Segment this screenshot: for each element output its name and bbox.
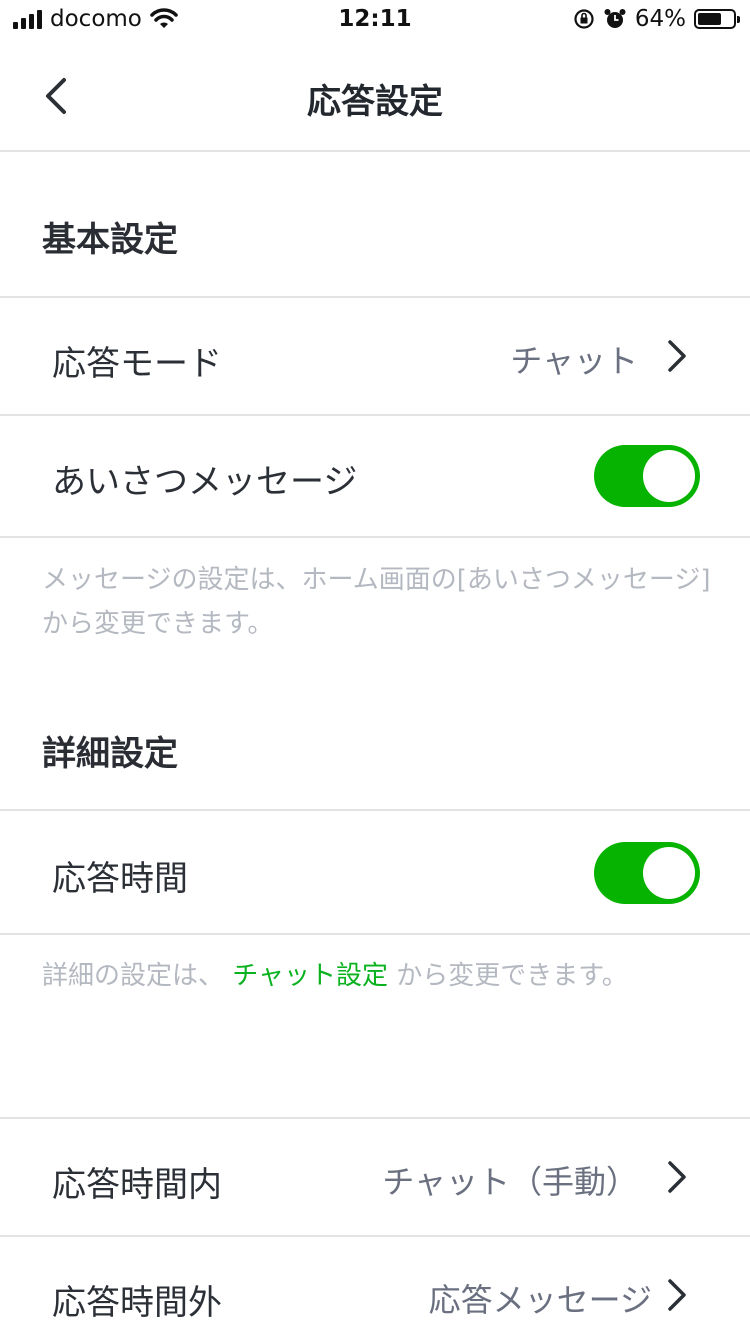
alarm-icon (604, 9, 626, 28)
within-hours-label: 応答時間内 (52, 1165, 222, 1205)
within-hours-row[interactable]: 応答時間内 チャット（手動） (0, 1119, 750, 1237)
greeting-message-toggle[interactable] (594, 445, 700, 507)
battery-percent: 64% (634, 6, 686, 32)
battery-icon (694, 9, 740, 29)
detail-note-suffix: から変更できます。 (396, 961, 628, 991)
outside-hours-label: 応答時間外 (52, 1283, 222, 1323)
response-time-row: 応答時間 (0, 811, 750, 935)
chevron-right-icon (668, 340, 686, 372)
chat-settings-link[interactable]: チャット設定 (232, 961, 388, 991)
detail-note: 詳細の設定は、 チャット設定 から変更できます。 (42, 954, 712, 998)
chevron-right-icon (668, 1161, 686, 1193)
section-header-detail: 詳細設定 (42, 734, 178, 774)
response-time-toggle[interactable] (594, 842, 700, 904)
status-right: 64% (573, 6, 740, 32)
toggle-knob (643, 847, 695, 899)
response-mode-value: チャット (510, 342, 638, 380)
response-mode-label: 応答モード (52, 344, 222, 384)
page-title: 応答設定 (307, 82, 443, 122)
toggle-knob (643, 450, 695, 502)
greeting-note: メッセージの設定は、ホーム画面の[あいさつメッセージ]から変更できます。 (42, 565, 711, 639)
within-hours-value: チャット（手動） (382, 1163, 638, 1201)
greeting-message-label: あいさつメッセージ (52, 462, 358, 502)
nav-bar: 応答設定 (0, 40, 750, 152)
status-bar: docomo 12:11 64% (0, 0, 750, 40)
detail-note-prefix: 詳細の設定は、 (42, 961, 225, 991)
greeting-message-row: あいさつメッセージ (0, 416, 750, 538)
orientation-lock-icon (574, 9, 594, 29)
chevron-right-icon (668, 1279, 686, 1311)
response-mode-row[interactable]: 応答モード チャット (0, 298, 750, 416)
outside-hours-row[interactable]: 応答時間外 応答メッセージ (0, 1237, 750, 1334)
outside-hours-value: 応答メッセージ (428, 1281, 652, 1319)
section-header-basic: 基本設定 (42, 220, 178, 260)
response-time-label: 応答時間 (52, 859, 188, 899)
